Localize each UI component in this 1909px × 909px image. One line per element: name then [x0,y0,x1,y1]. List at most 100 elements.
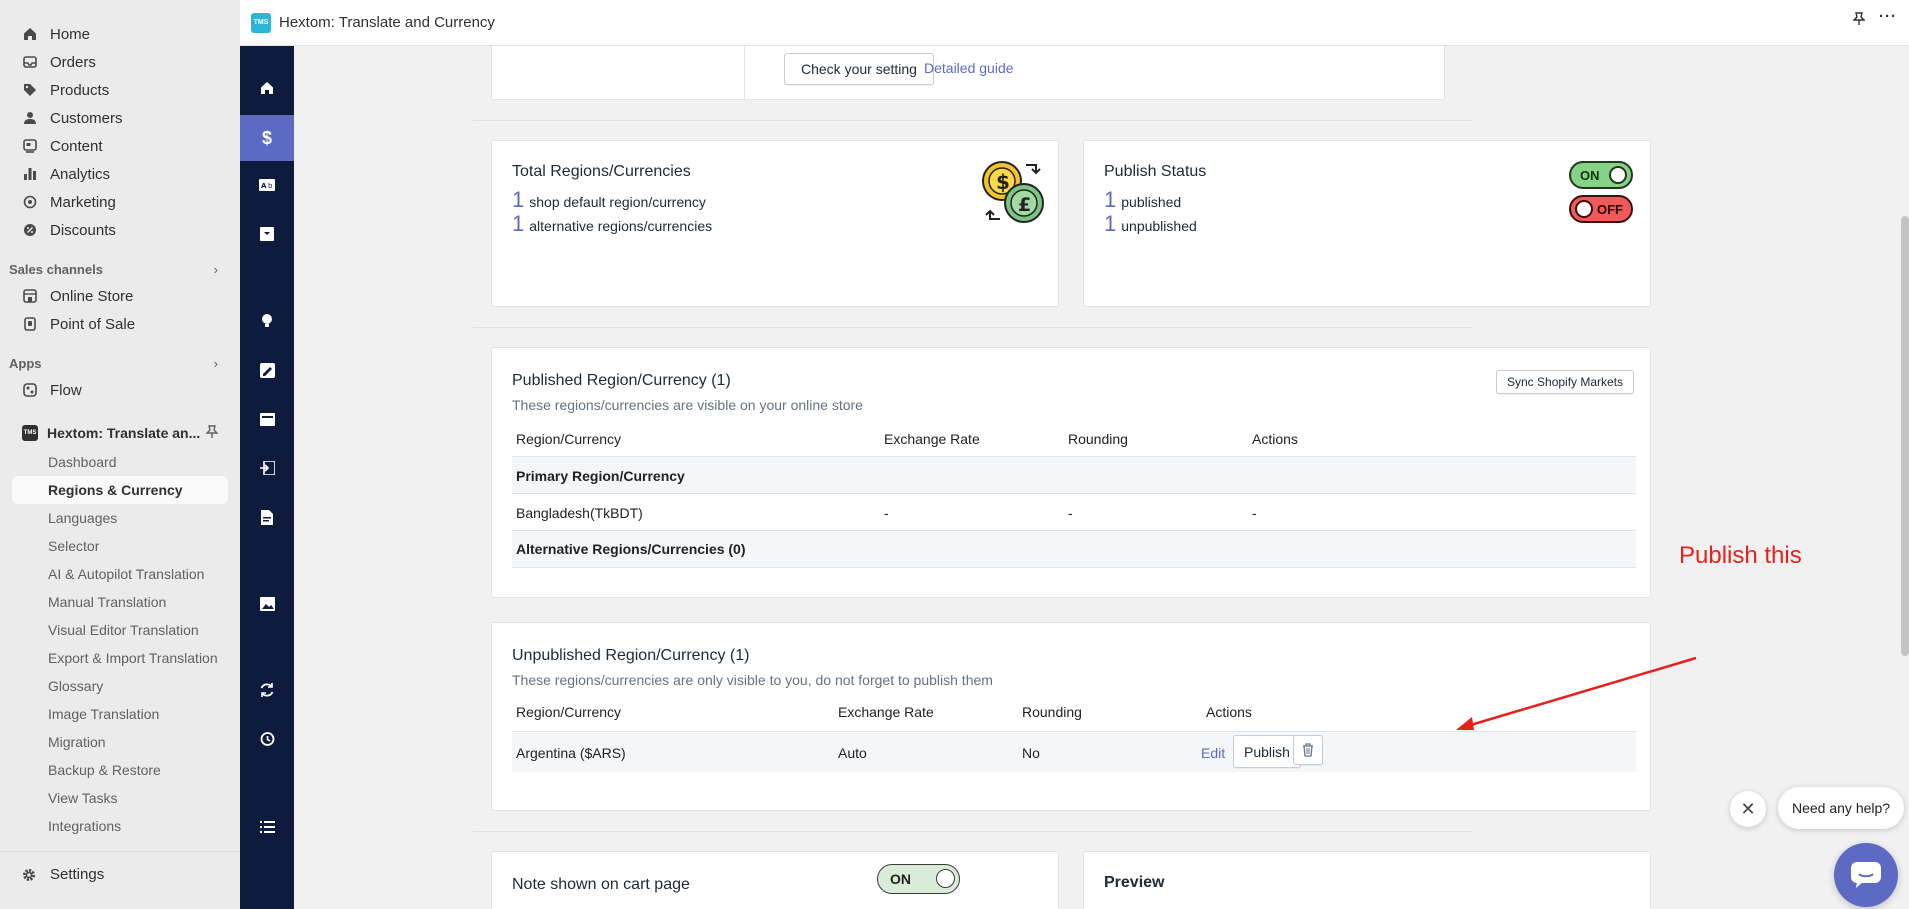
sub-image-translation[interactable]: Image Translation [0,700,240,728]
sub-regions-currency[interactable]: Regions & Currency [12,476,228,504]
unpublished-rounding: No [1022,745,1040,761]
nav-discounts[interactable]: Discounts [0,216,240,244]
nav-settings[interactable]: Settings [0,851,240,897]
check-setting-button[interactable]: Check your setting [784,53,934,85]
rail-language-icon[interactable]: Ab [240,165,294,205]
pin-icon[interactable] [205,424,219,442]
app-icon-rail: $ Ab [240,46,294,909]
sub-migration[interactable]: Migration [0,728,240,756]
edit-link[interactable]: Edit [1201,745,1225,761]
alt-region-text: alternative regions/currencies [529,218,713,234]
nav-analytics[interactable]: Analytics [0,160,240,188]
nav-online-store[interactable]: Online Store [0,282,240,310]
col-region: Region/Currency [516,704,622,720]
preview-title: Preview [1104,874,1165,891]
app-sub-nav: Dashboard Regions & Currency Languages S… [0,448,240,840]
rail-image-icon[interactable] [240,584,294,624]
nav-home[interactable]: Home [0,20,240,48]
orders-icon [22,54,38,70]
primary-heading: Primary Region/Currency [516,468,685,484]
home-icon [22,26,38,42]
sub-selector[interactable]: Selector [0,532,240,560]
cart-note-toggle[interactable]: ON [877,864,960,894]
help-bubble[interactable]: Need any help? [1778,787,1905,829]
nav-products[interactable]: Products [0,76,240,104]
total-regions-card: Total Regions/Currencies 1 shop default … [491,140,1059,307]
primary-exchange-rate: - [884,505,889,521]
main-content: Check your setting Detailed guide Total … [294,46,1909,909]
delete-button[interactable] [1293,735,1323,765]
pos-icon [22,316,38,332]
col-exchange-rate: Exchange Rate [884,431,980,447]
col-region: Region/Currency [516,431,622,447]
toggle-knob [1609,166,1627,184]
rail-visual-editor-icon[interactable] [240,399,294,439]
total-regions-title: Total Regions/Currencies [512,163,691,180]
detailed-guide-link[interactable]: Detailed guide [924,60,1014,76]
chat-launcher-button[interactable] [1834,843,1898,907]
rail-history-icon[interactable] [240,719,294,759]
sub-glossary[interactable]: Glossary [0,672,240,700]
rail-list-icon[interactable] [240,807,294,847]
publish-button[interactable]: Publish [1233,735,1301,768]
sub-dashboard[interactable]: Dashboard [0,448,240,476]
svg-text:$: $ [996,170,1010,194]
nav-orders[interactable]: Orders [0,48,240,76]
svg-text:A: A [261,182,267,190]
sub-backup-restore[interactable]: Backup & Restore [0,756,240,784]
target-icon [22,194,38,210]
settings-label: Settings [50,866,105,883]
person-icon [22,110,38,126]
unpublished-region: Argentina ($ARS) [516,745,626,761]
nav-marketing[interactable]: Marketing [0,188,240,216]
unpublished-text: unpublished [1121,218,1197,234]
help-close-button[interactable]: ✕ [1730,791,1766,827]
admin-sidebar: Home Orders Products Customers Content A… [0,0,240,909]
apps-header[interactable]: Apps › [0,350,240,376]
primary-region: Bangladesh(TkBDT) [516,505,643,521]
app-title: Hextom: Translate and Currency [279,14,495,31]
sync-shopify-markets-button[interactable]: Sync Shopify Markets [1496,370,1635,394]
store-icon [22,288,38,304]
rail-selector-icon[interactable] [240,214,294,254]
nav-online-store-label: Online Store [50,287,134,305]
sub-manual-translation[interactable]: Manual Translation [0,588,240,616]
sales-channels-header[interactable]: Sales channels › [0,256,240,282]
sub-export-import[interactable]: Export & Import Translation [0,644,240,672]
nav-point-of-sale[interactable]: Point of Sale [0,310,240,338]
nav-orders-label: Orders [50,53,96,71]
cart-note-title: Note shown on cart page [512,876,690,893]
rail-import-export-icon[interactable] [240,448,294,488]
rail-home-icon[interactable] [240,68,294,108]
published-count: 1 [1104,187,1117,212]
currency-exchange-icon: $ £ [982,161,1044,223]
nav-customers[interactable]: Customers [0,104,240,132]
nav-flow[interactable]: Flow [0,376,240,404]
sub-ai-autopilot[interactable]: AI & Autopilot Translation [0,560,240,588]
sub-languages[interactable]: Languages [0,504,240,532]
app-hextom[interactable]: TMS Hextom: Translate an... [0,418,240,448]
primary-heading-row: Primary Region/Currency [512,457,1636,494]
published-region-card: Published Region/Currency (1) These regi… [491,347,1651,598]
published-title: Published Region/Currency (1) [512,372,731,389]
rail-lightbulb-icon[interactable] [240,301,294,341]
col-actions: Actions [1206,704,1252,720]
nav-content[interactable]: Content [0,132,240,160]
rail-edit-icon[interactable] [240,350,294,390]
rail-glossary-icon[interactable] [240,497,294,537]
sub-visual-editor[interactable]: Visual Editor Translation [0,616,240,644]
toggle-knob [1575,200,1593,218]
tag-icon [22,82,38,98]
more-horizontal-icon[interactable]: ··· [1879,8,1897,30]
app-name: Hextom: Translate an... [47,425,201,441]
main-scrollbar[interactable] [1901,216,1909,656]
nav-point-of-sale-label: Point of Sale [50,315,136,333]
rail-currency-icon[interactable]: $ [240,115,294,161]
app-logo: TMS [251,12,271,33]
rail-sync-icon[interactable] [240,670,294,710]
pin-icon[interactable] [1852,12,1866,30]
primary-actions: - [1252,505,1257,521]
sub-integrations[interactable]: Integrations [0,812,240,840]
sub-view-tasks[interactable]: View Tasks [0,784,240,812]
alt-region-stat: 1 alternative regions/currencies [512,211,712,237]
